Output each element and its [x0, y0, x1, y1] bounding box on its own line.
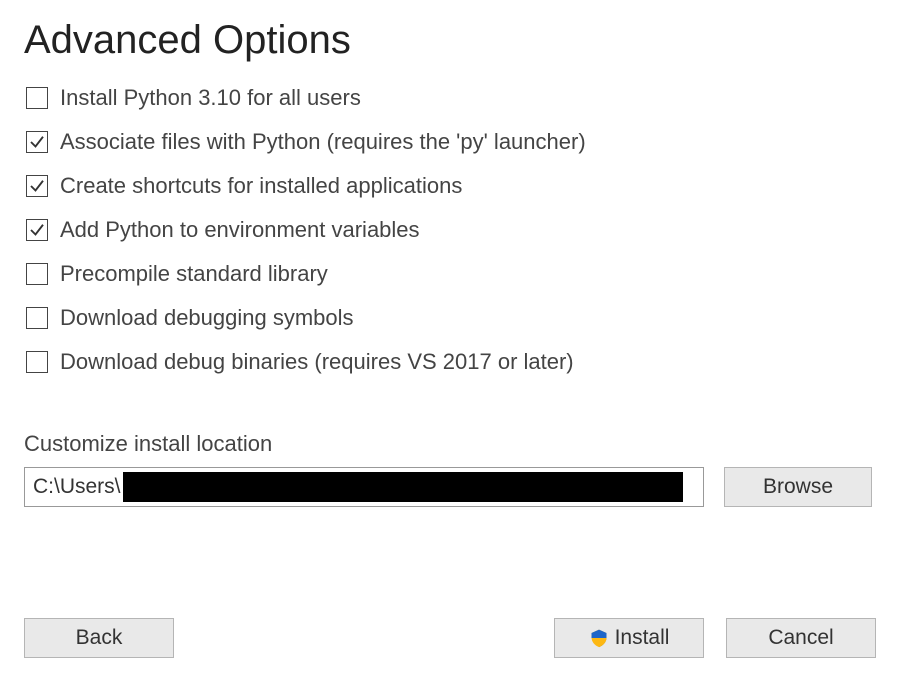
checkbox-icon[interactable] — [26, 351, 48, 373]
option-label: Download debugging symbols — [60, 307, 354, 329]
checkbox-icon[interactable] — [26, 87, 48, 109]
option-label: Create shortcuts for installed applicati… — [60, 175, 462, 197]
button-bar: Back Install Cancel — [24, 618, 876, 658]
option-associate-files[interactable]: Associate files with Python (requires th… — [26, 131, 876, 153]
install-button[interactable]: Install — [554, 618, 704, 658]
checkbox-icon[interactable] — [26, 307, 48, 329]
install-location-label: Customize install location — [24, 431, 876, 457]
checkbox-icon[interactable] — [26, 263, 48, 285]
option-precompile-stdlib[interactable]: Precompile standard library — [26, 263, 876, 285]
cancel-button[interactable]: Cancel — [726, 618, 876, 658]
option-label: Add Python to environment variables — [60, 219, 420, 241]
option-label: Download debug binaries (requires VS 201… — [60, 351, 574, 373]
back-button[interactable]: Back — [24, 618, 174, 658]
install-path-prefix: C:\Users\ — [33, 475, 121, 499]
install-location-input[interactable]: C:\Users\ — [24, 467, 704, 507]
checkbox-icon[interactable] — [26, 175, 48, 197]
page-title: Advanced Options — [24, 18, 876, 63]
option-label: Install Python 3.10 for all users — [60, 87, 361, 109]
options-list: Install Python 3.10 for all users Associ… — [26, 87, 876, 373]
option-download-debug-binaries[interactable]: Download debug binaries (requires VS 201… — [26, 351, 876, 373]
shield-icon — [589, 628, 609, 648]
checkbox-icon[interactable] — [26, 219, 48, 241]
install-location-section: Customize install location C:\Users\ Bro… — [24, 431, 876, 507]
install-button-label: Install — [615, 626, 670, 650]
checkbox-icon[interactable] — [26, 131, 48, 153]
option-create-shortcuts[interactable]: Create shortcuts for installed applicati… — [26, 175, 876, 197]
option-label: Precompile standard library — [60, 263, 328, 285]
option-add-env-vars[interactable]: Add Python to environment variables — [26, 219, 876, 241]
option-download-debug-symbols[interactable]: Download debugging symbols — [26, 307, 876, 329]
option-label: Associate files with Python (requires th… — [60, 131, 586, 153]
option-install-all-users[interactable]: Install Python 3.10 for all users — [26, 87, 876, 109]
browse-button[interactable]: Browse — [724, 467, 872, 507]
redacted-path — [123, 472, 683, 502]
